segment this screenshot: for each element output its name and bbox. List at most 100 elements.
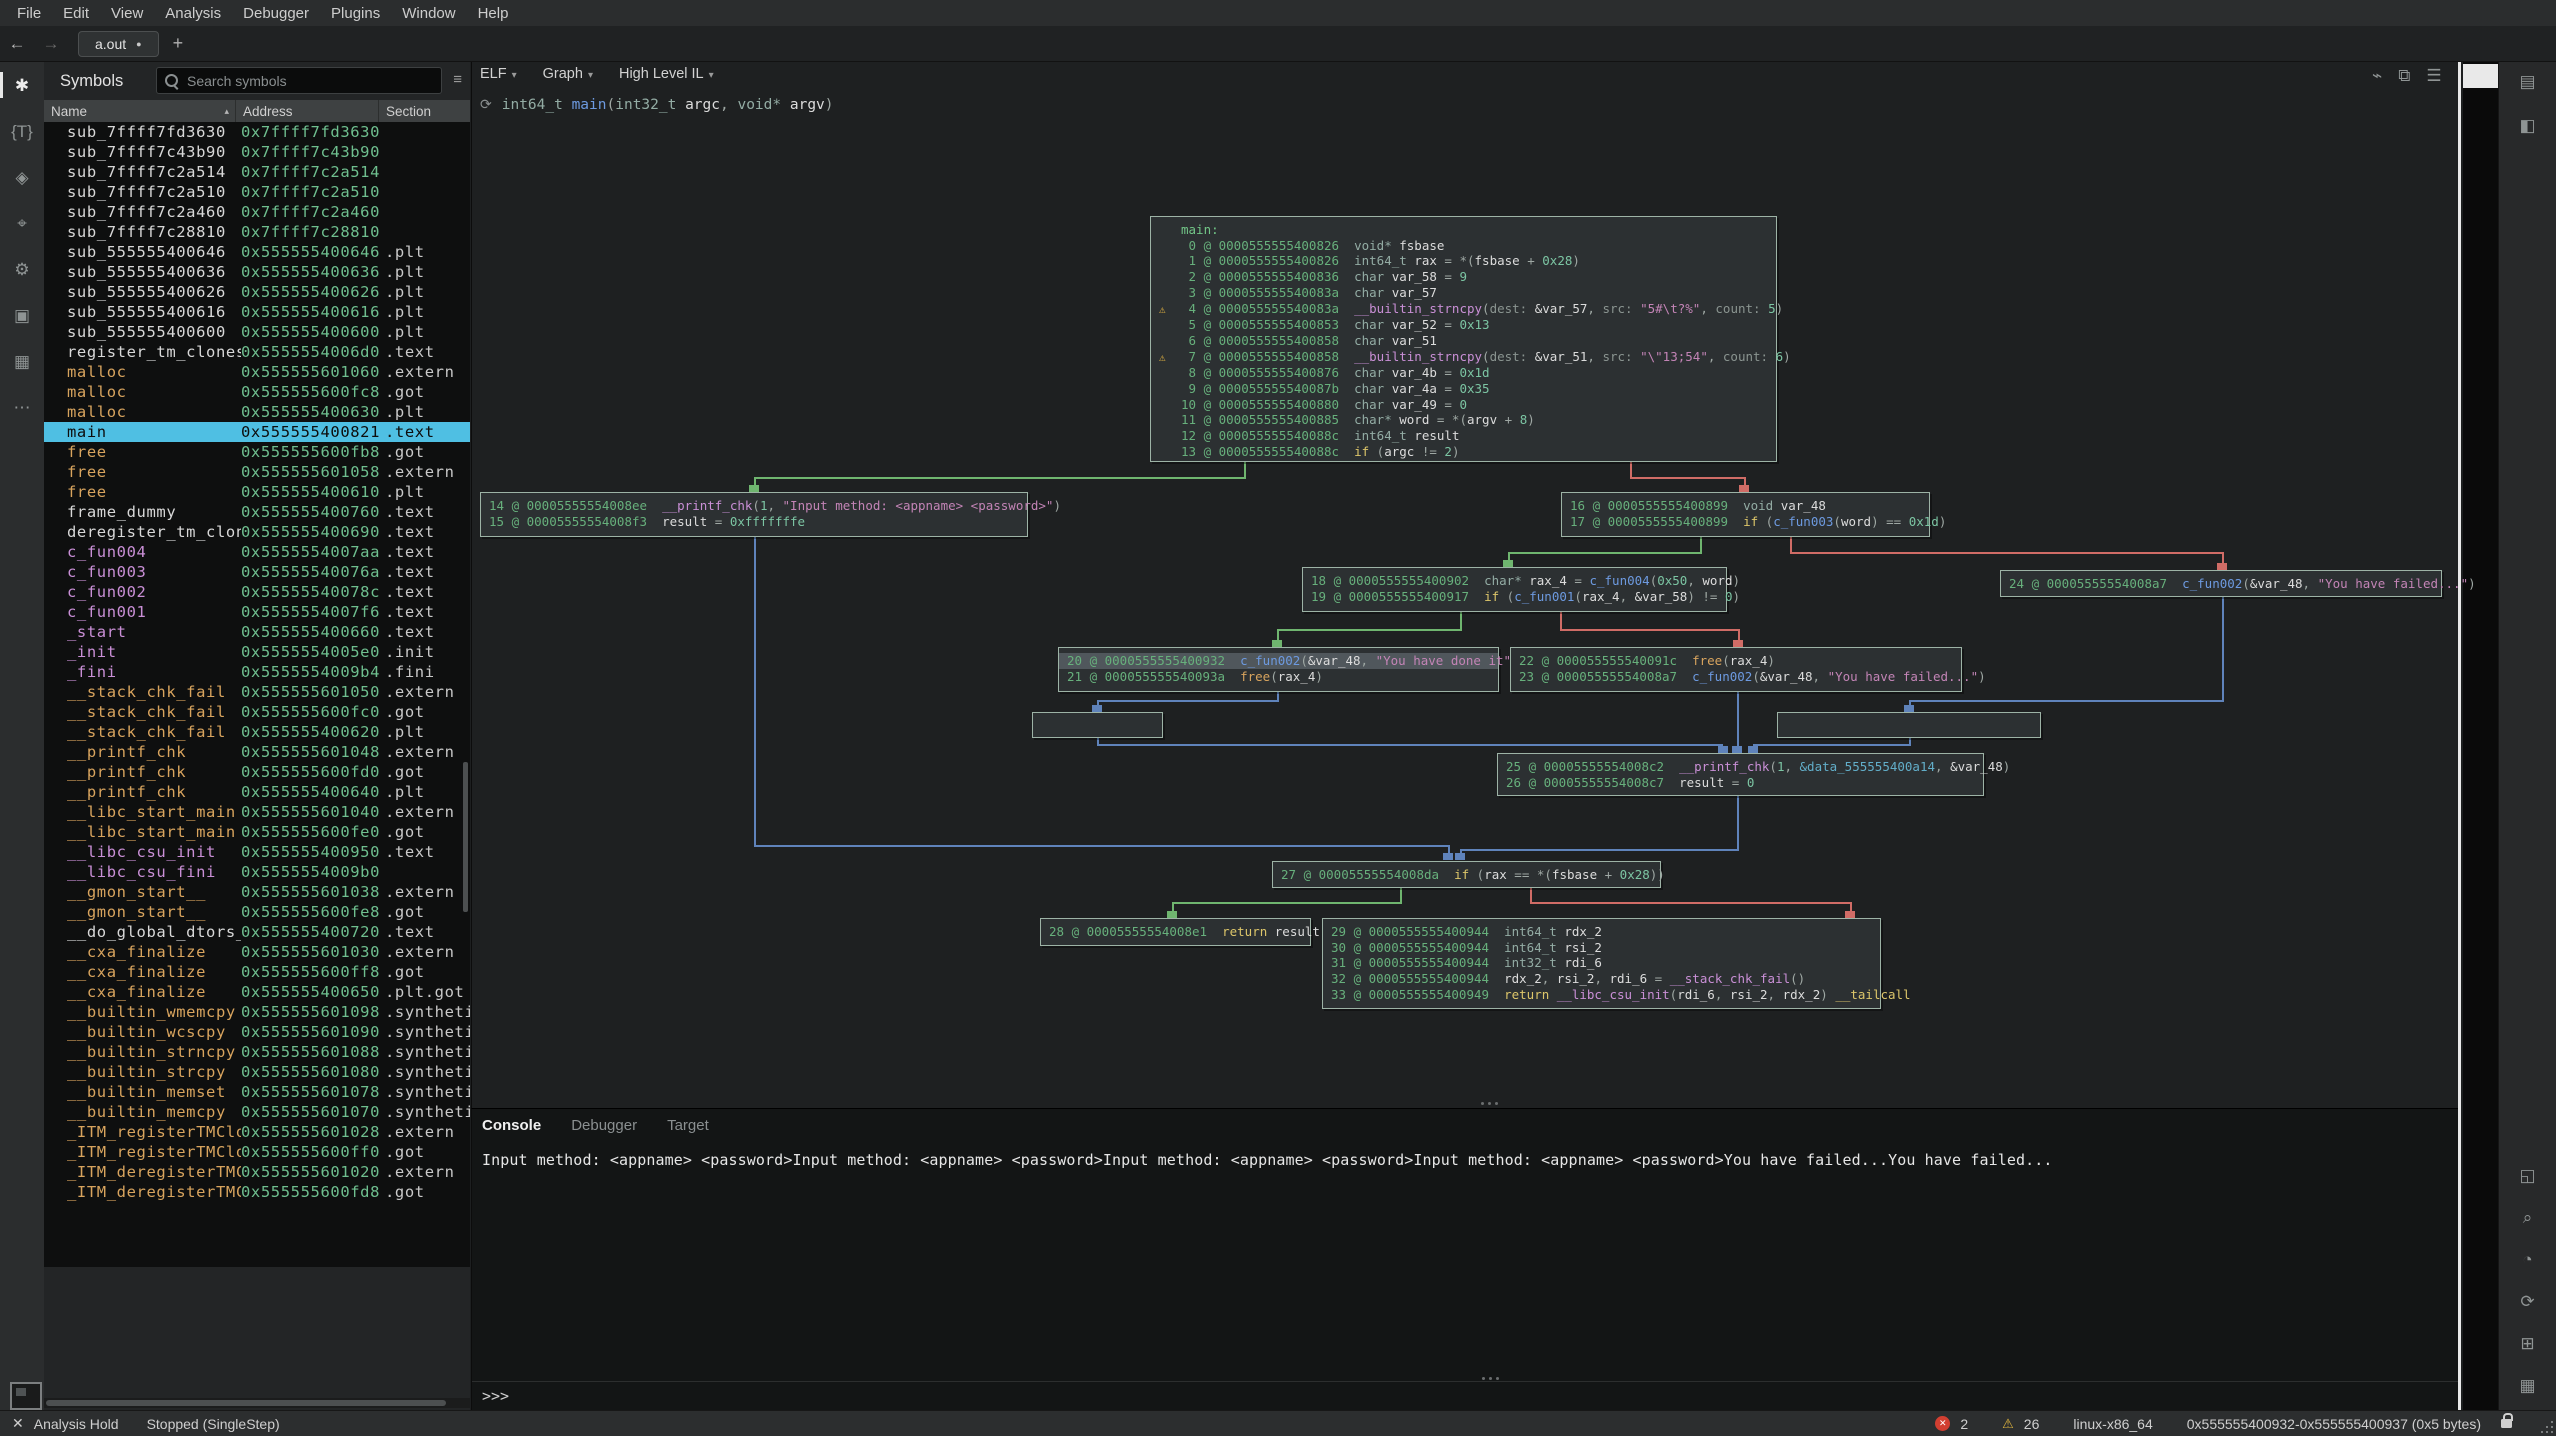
basic-block-stack-chk-fail[interactable]: 29 @ 0000555555400944 int64_t rdx_230 @ … bbox=[1322, 918, 1881, 1009]
il-line[interactable]: 12 @ 000055555540088c int64_t result bbox=[1159, 428, 1768, 444]
il-line[interactable]: 22 @ 000055555540091c free(rax_4) bbox=[1519, 653, 1953, 669]
splitter-handle[interactable] bbox=[1481, 1102, 1498, 1105]
symbols-horizontal-scrollbar[interactable] bbox=[46, 1400, 446, 1406]
mini-graph-icon[interactable]: ◱ bbox=[2499, 1166, 2556, 1186]
il-level-selector[interactable]: High Level IL▾ bbox=[619, 66, 714, 82]
reanalyze-icon[interactable]: ⟳ bbox=[480, 97, 492, 113]
symbol-row[interactable]: __builtin_memcpy 0x555555601070 .synthet… bbox=[44, 1102, 470, 1122]
modules-panel-icon[interactable]: ▦ bbox=[0, 352, 44, 372]
warning-icon[interactable]: ⚠ bbox=[2002, 1416, 2014, 1432]
symbol-row[interactable]: __builtin_wmemcpy 0x555555601098 .synthe… bbox=[44, 1002, 470, 1022]
il-line[interactable]: 6 @ 0000555555400858 char var_51 bbox=[1159, 333, 1768, 349]
symbol-row[interactable]: __builtin_wcscpy 0x555555601090 .synthet… bbox=[44, 1022, 470, 1042]
symbol-row[interactable]: _ITM_registerTMClo… 0x555555601028 .exte… bbox=[44, 1122, 470, 1142]
symbol-row[interactable]: free 0x555555600fb8 .got bbox=[44, 442, 470, 462]
column-header-address[interactable]: Address bbox=[236, 100, 379, 122]
symbol-row[interactable]: sub_555555400626 0x555555400626 .plt bbox=[44, 282, 470, 302]
symbol-row[interactable]: __libc_csu_fini 0x5555554009b0 bbox=[44, 862, 470, 882]
il-line[interactable]: 11 @ 0000555555400885 char* word = *(arg… bbox=[1159, 412, 1768, 428]
symbol-row[interactable]: __gmon_start__ 0x555555601038 .extern bbox=[44, 882, 470, 902]
il-line[interactable]: 21 @ 000055555540093a free(rax_4) bbox=[1067, 669, 1490, 685]
symbol-row[interactable]: c_fun002 0x55555540078c .text bbox=[44, 582, 470, 602]
symbol-row[interactable]: __stack_chk_fail 0x555555400620 .plt bbox=[44, 722, 470, 742]
symbol-row[interactable]: __libc_csu_init 0x555555400950 .text bbox=[44, 842, 470, 862]
symbol-row[interactable]: __cxa_finalize 0x555555400650 .plt.got bbox=[44, 982, 470, 1002]
il-line[interactable]: 10 @ 0000555555400880 char var_49 = 0 bbox=[1159, 397, 1768, 413]
more-panels-icon[interactable]: ⋯ bbox=[0, 398, 44, 418]
symbol-row[interactable]: __stack_chk_fail 0x555555600fc0 .got bbox=[44, 702, 470, 722]
basic-block-canary-check[interactable]: 27 @ 00005555554008da if (rax == *(fsbas… bbox=[1272, 861, 1661, 888]
menu-file[interactable]: File bbox=[6, 5, 52, 22]
basic-block-cfun003-check[interactable]: 16 @ 0000555555400899 void var_4817 @ 00… bbox=[1561, 492, 1930, 537]
refresh-icon[interactable]: ⟳ bbox=[2499, 1292, 2556, 1312]
symbol-row[interactable]: frame_dummy 0x555555400760 .text bbox=[44, 502, 470, 522]
symbol-row[interactable]: sub_7ffff7c2a510 0x7ffff7c2a510 bbox=[44, 182, 470, 202]
il-line[interactable]: 3 @ 000055555540083a char var_57 bbox=[1159, 285, 1768, 301]
format-selector[interactable]: ELF▾ bbox=[480, 66, 517, 82]
il-line[interactable]: 26 @ 00005555554008c7 result = 0 bbox=[1506, 775, 1975, 791]
column-header-name[interactable]: Name ▴ bbox=[44, 100, 236, 122]
error-badge-icon[interactable]: ✕ bbox=[1935, 1416, 1950, 1431]
menu-edit[interactable]: Edit bbox=[52, 5, 100, 22]
new-tab-button[interactable]: + bbox=[173, 33, 184, 54]
menu-view[interactable]: View bbox=[100, 5, 154, 22]
symbol-row[interactable]: _ITM_deregisterTMC… 0x555555600fd8 .got bbox=[44, 1182, 470, 1202]
il-line[interactable]: 31 @ 0000555555400944 int32_t rdi_6 bbox=[1331, 955, 1872, 971]
il-line[interactable]: 0 @ 0000555555400826 void* fsbase bbox=[1159, 238, 1768, 254]
tab-target[interactable]: Target bbox=[667, 1117, 709, 1134]
il-line[interactable]: 24 @ 00005555554008a7 c_fun002(&var_48, … bbox=[2009, 576, 2433, 592]
il-line[interactable]: 5 @ 0000555555400853 char var_52 = 0x13 bbox=[1159, 317, 1768, 333]
symbol-row[interactable]: _ITM_registerTMClo… 0x555555600ff0 .got bbox=[44, 1142, 470, 1162]
menu-help[interactable]: Help bbox=[467, 5, 520, 22]
symbol-row[interactable]: __builtin_memset 0x555555601078 .synthet… bbox=[44, 1082, 470, 1102]
symbol-row[interactable]: c_fun003 0x55555540076a .text bbox=[44, 562, 470, 582]
il-line[interactable]: 32 @ 0000555555400944 rdx_2, rsi_2, rdi_… bbox=[1331, 971, 1872, 987]
basic-block-main[interactable]: main: 0 @ 0000555555400826 void* fsbase … bbox=[1150, 216, 1777, 462]
symbol-row[interactable]: sub_7ffff7c2a460 0x7ffff7c2a460 bbox=[44, 202, 470, 222]
il-line[interactable]: 20 @ 0000555555400932 c_fun002(&var_48, … bbox=[1059, 653, 1498, 669]
cross-references-icon[interactable]: ▤ bbox=[2499, 72, 2556, 92]
basic-block-failed-right[interactable]: 24 @ 00005555554008a7 c_fun002(&var_48, … bbox=[2000, 570, 2442, 597]
il-line[interactable]: 1 @ 0000555555400826 int64_t rax = *(fsb… bbox=[1159, 253, 1768, 269]
tile-panes-icon[interactable]: ▦ bbox=[2499, 1376, 2556, 1396]
symbol-row[interactable]: sub_7ffff7c43b90 0x7ffff7c43b90 bbox=[44, 142, 470, 162]
back-icon[interactable]: ← bbox=[0, 34, 34, 54]
symbol-row[interactable]: __cxa_finalize 0x555555601030 .extern bbox=[44, 942, 470, 962]
il-line[interactable]: 30 @ 0000555555400944 int64_t rsi_2 bbox=[1331, 940, 1872, 956]
symbol-row[interactable]: register_tm_clones 0x5555554006d0 .text bbox=[44, 342, 470, 362]
symbol-row[interactable]: __gmon_start__ 0x555555600fe8 .got bbox=[44, 902, 470, 922]
symbol-row[interactable]: sub_7ffff7fd3630 0x7ffff7fd3630 bbox=[44, 122, 470, 142]
analysis-hold-label[interactable]: Analysis Hold bbox=[34, 1416, 119, 1432]
menu-plugins[interactable]: Plugins bbox=[320, 5, 391, 22]
symbol-row[interactable]: __printf_chk 0x555555600fd0 .got bbox=[44, 762, 470, 782]
il-line[interactable]: 19 @ 0000555555400917 if (c_fun001(rax_4… bbox=[1311, 589, 1718, 605]
il-line[interactable]: 8 @ 0000555555400876 char var_4b = 0x1d bbox=[1159, 365, 1768, 381]
il-line[interactable]: 17 @ 0000555555400899 if (c_fun003(word)… bbox=[1570, 514, 1921, 530]
il-line[interactable]: 2 @ 0000555555400836 char var_58 = 9 bbox=[1159, 269, 1768, 285]
il-line[interactable]: 13 @ 000055555540088c if (argc != 2) bbox=[1159, 444, 1768, 460]
symbols-vertical-scrollbar[interactable] bbox=[463, 762, 468, 912]
symbol-row[interactable]: sub_555555400636 0x555555400636 .plt bbox=[44, 262, 470, 282]
symbol-row[interactable]: __do_global_dtors_… 0x555555400720 .text bbox=[44, 922, 470, 942]
symbol-row[interactable]: sub_7ffff7c28810 0x7ffff7c28810 bbox=[44, 222, 470, 242]
picture-in-picture-icon[interactable] bbox=[10, 1382, 42, 1410]
menu-analysis[interactable]: Analysis bbox=[154, 5, 232, 22]
history-icon[interactable]: ◔ bbox=[2499, 1250, 2556, 1270]
symbols-panel-icon[interactable]: ✱ bbox=[0, 76, 44, 96]
il-line[interactable]: main: bbox=[1159, 222, 1768, 238]
il-line[interactable]: 25 @ 00005555554008c2 __printf_chk(1, &d… bbox=[1506, 759, 1975, 775]
symbol-row[interactable]: _ITM_deregisterTMC… 0x555555601020 .exte… bbox=[44, 1162, 470, 1182]
basic-block-empty-left[interactable] bbox=[1032, 712, 1163, 738]
il-line[interactable]: 23 @ 00005555554008a7 c_fun002(&var_48, … bbox=[1519, 669, 1953, 685]
symbols-menu-icon[interactable]: ≡ bbox=[453, 72, 462, 87]
symbol-row[interactable]: deregister_tm_clon… 0x555555400690 .text bbox=[44, 522, 470, 542]
il-line[interactable]: 9 @ 000055555540087b char var_4a = 0x35 bbox=[1159, 381, 1768, 397]
il-line[interactable]: ⚠ 4 @ 000055555540083a __builtin_strncpy… bbox=[1159, 301, 1768, 318]
find-icon[interactable]: ⌕ bbox=[2499, 1208, 2556, 1228]
symbol-row[interactable]: __cxa_finalize 0x555555600ff8 .got bbox=[44, 962, 470, 982]
memory-map-panel-icon[interactable]: ⌖ bbox=[0, 214, 44, 234]
symbol-row[interactable]: __printf_chk 0x555555400640 .plt bbox=[44, 782, 470, 802]
forward-icon[interactable]: → bbox=[34, 34, 68, 54]
symbol-search-box[interactable] bbox=[156, 67, 442, 94]
symbol-row[interactable]: __libc_start_main 0x555555601040 .extern bbox=[44, 802, 470, 822]
